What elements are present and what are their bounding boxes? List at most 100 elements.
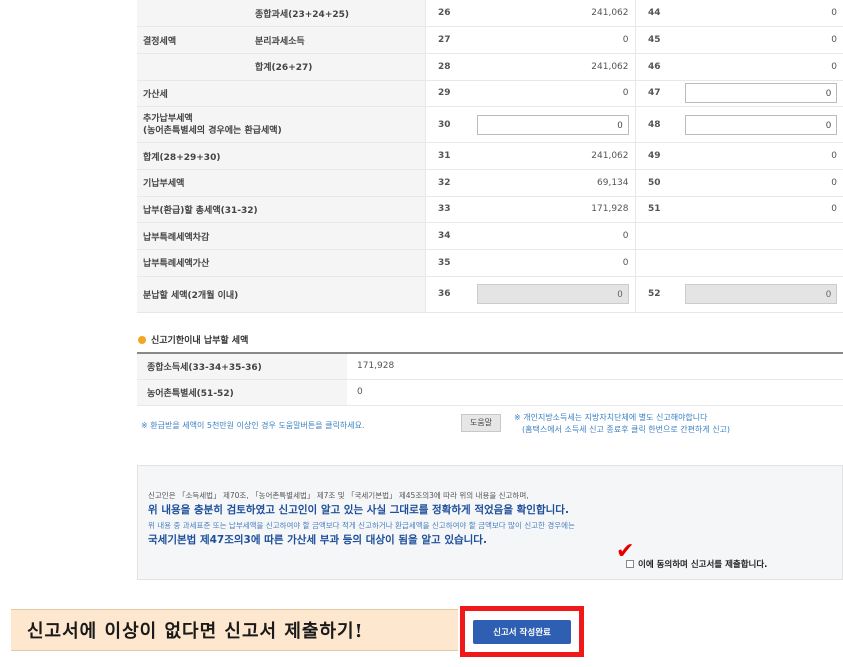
row-amount-2: 0 (673, 26, 843, 54)
row-amount-2: 0 (673, 196, 843, 224)
bullet-icon (138, 335, 146, 344)
row-head: 결정세액 (137, 26, 249, 54)
tax-calculation-table: 종합과세(23+24+25) 26 241,062 44 0 결정세액 분리과세… (137, 0, 843, 313)
extra-payment-input-2[interactable] (685, 114, 837, 135)
local-tax-note: ※ 개인지방소득세는 지방자치단체에 별도 신고해야합니다 (홈택스에서 소득세… (514, 412, 730, 436)
table-row: 추가납부세액 (농어촌특별세의 경우에는 환급세액) 30 48 (137, 106, 843, 144)
row-number-2: 47 (634, 80, 673, 108)
row-number: 26 (424, 0, 463, 28)
row-amount-2-cell (673, 106, 843, 144)
row-number-2: 44 (634, 0, 673, 28)
local-tax-note-line1: ※ 개인지방소득세는 지방자치단체에 별도 신고해야합니다 (514, 413, 708, 422)
row-amount-2: 0 (673, 169, 843, 197)
payment-label: 종합소득세(33-34+35-36) (137, 353, 347, 380)
agree-checkbox-label: 이에 동의하며 신고서를 제출합니다. (638, 560, 768, 570)
row-number-2: 52 (634, 276, 673, 313)
row-amount: 241,062 (463, 0, 635, 28)
agreement-line1: 신고인은 「소득세법」 제70조, 「농어촌특별세법」 제7조 및 「국세기본법… (148, 491, 529, 500)
row-head: 분납할 세액(2개월 이내) (137, 276, 425, 313)
row-number-2 (634, 222, 673, 250)
additional-tax-input[interactable] (685, 83, 837, 104)
row-number-2: 45 (634, 26, 673, 54)
agreement-box: 신고인은 「소득세법」 제70조, 「농어촌특별세법」 제7조 및 「국세기본법… (137, 465, 843, 580)
row-amount-2-cell (673, 80, 843, 108)
local-tax-note-line2: (홈택스에서 소득세 신고 종료후 클릭 한번으로 간편하게 신고) (522, 425, 731, 434)
row-amount: 171,928 (463, 196, 635, 224)
table-row: 가산세 29 0 47 (137, 80, 843, 108)
table-row: 기납부세액 32 69,134 50 0 (137, 169, 843, 197)
row-number: 30 (424, 106, 463, 144)
row-number: 28 (424, 53, 463, 81)
row-amount-cell (463, 106, 635, 144)
payment-label: 농어촌특별세(51-52) (137, 379, 347, 406)
row-head: 납부특례세액차감 (137, 222, 425, 250)
agreement-line3: 위 내용 중 과세표준 또는 납부세액을 신고하여야 할 금액보다 적게 신고하… (148, 521, 575, 530)
row-amount: 0 (463, 80, 635, 108)
table-row: 분납할 세액(2개월 이내) 36 52 (137, 276, 843, 313)
help-button[interactable]: 도움말 (461, 414, 501, 432)
row-number: 33 (424, 196, 463, 224)
row-sub: 합계(26+27) (249, 53, 425, 81)
table-row: 합계(28+29+30) 31 241,062 49 0 (137, 142, 843, 170)
row-amount: 0 (463, 26, 635, 54)
table-row: 납부특례세액가산 35 0 (137, 249, 843, 277)
installment-tax-field-2 (685, 284, 837, 305)
row-head (137, 53, 249, 81)
row-amount: 241,062 (463, 142, 635, 170)
row-head: 납부(환급)할 총세액(31-32) (137, 196, 425, 224)
row-head: 추가납부세액 (농어촌특별세의 경우에는 환급세액) (137, 106, 425, 144)
row-amount-2 (673, 249, 843, 277)
row-number-2: 46 (634, 53, 673, 81)
row-number: 35 (424, 249, 463, 277)
table-row: 납부(환급)할 총세액(31-32) 33 171,928 51 0 (137, 196, 843, 224)
row-number-2: 51 (634, 196, 673, 224)
row-head: 가산세 (137, 80, 425, 108)
row-head: 기납부세액 (137, 169, 425, 197)
payment-due-table: 종합소득세(33-34+35-36) 171,928 농어촌특별세(51-52)… (137, 352, 843, 406)
section-title: 신고기한이내 납부할 세액 (138, 333, 248, 346)
row-sub: 종합과세(23+24+25) (249, 0, 425, 28)
row-amount: 69,134 (463, 169, 635, 197)
row-number-2: 48 (634, 106, 673, 144)
row-amount: 0 (463, 249, 635, 277)
row-number-2 (634, 249, 673, 277)
row-amount-2 (673, 222, 843, 250)
row-amount: 0 (463, 222, 635, 250)
row-number: 31 (424, 142, 463, 170)
table-row: 농어촌특별세(51-52) 0 (137, 379, 843, 406)
row-amount-2: 0 (673, 142, 843, 170)
table-row: 종합과세(23+24+25) 26 241,062 44 0 (137, 0, 843, 28)
section-title-text: 신고기한이내 납부할 세액 (151, 336, 249, 346)
row-head: 납부특례세액가산 (137, 249, 425, 277)
installment-tax-field (476, 284, 629, 305)
row-number: 27 (424, 26, 463, 54)
row-number: 29 (424, 80, 463, 108)
checkbox-icon[interactable] (626, 560, 634, 568)
table-row: 합계(26+27) 28 241,062 46 0 (137, 53, 843, 81)
row-number-2: 50 (634, 169, 673, 197)
payment-value: 171,928 (347, 353, 843, 380)
row-head: 합계(28+29+30) (137, 142, 425, 170)
agreement-line4: 국세기본법 제47조의3에 따른 가산세 부과 등의 대상이 됨을 알고 있습니… (148, 534, 487, 546)
row-amount-2: 0 (673, 53, 843, 81)
submit-highlight: 신고서 작성완료 (460, 606, 584, 657)
payment-value: 0 (347, 379, 843, 406)
row-amount: 241,062 (463, 53, 635, 81)
extra-payment-input[interactable] (476, 114, 629, 135)
instruction-banner: 신고서에 이상이 없다면 신고서 제출하기! (11, 609, 458, 651)
row-number: 32 (424, 169, 463, 197)
table-row: 결정세액 분리과세소득 27 0 45 0 (137, 26, 843, 54)
agreement-line2: 위 내용을 충분히 검토하였고 신고인이 알고 있는 사실 그대로를 정확하게 … (148, 504, 569, 516)
row-number-2: 49 (634, 142, 673, 170)
refund-note: ※ 환급받을 세액이 5천만원 이상인 경우 도움말버튼을 클릭하세요. (141, 421, 365, 430)
row-amount-2: 0 (673, 0, 843, 28)
row-number: 36 (424, 276, 463, 313)
table-row: 종합소득세(33-34+35-36) 171,928 (137, 353, 843, 380)
row-amount-2-cell (673, 276, 843, 313)
row-sub: 분리과세소득 (249, 26, 425, 54)
row-amount-cell (463, 276, 635, 313)
agree-checkbox[interactable]: 이에 동의하며 신고서를 제출합니다. (626, 558, 767, 570)
row-head (137, 0, 249, 28)
submit-button[interactable]: 신고서 작성완료 (473, 619, 571, 644)
table-row: 납부특례세액차감 34 0 (137, 222, 843, 250)
